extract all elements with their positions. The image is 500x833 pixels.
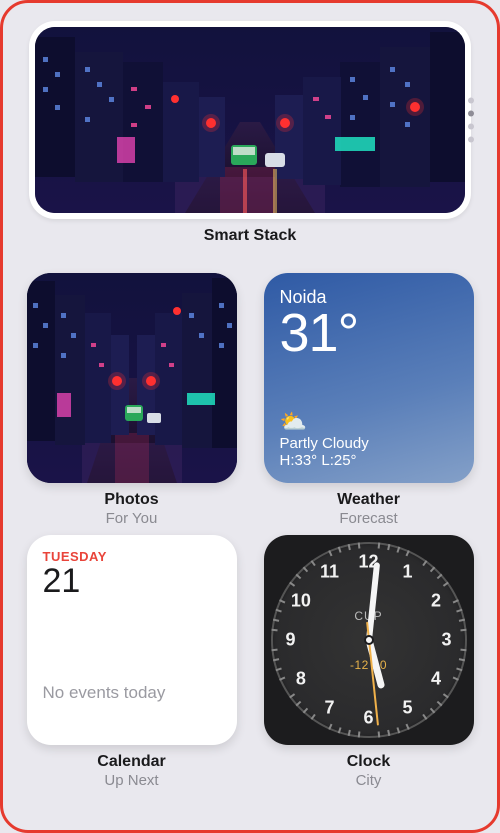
partly-cloudy-icon: ⛅ <box>280 411 458 433</box>
calendar-events: No events today <box>43 683 221 703</box>
clock-number: 7 <box>324 697 334 718</box>
clock-center <box>364 635 374 645</box>
weather-high-low: H:33° L:25° <box>280 452 458 469</box>
clock-subdial: -12 30 <box>350 658 387 672</box>
page-indicator <box>468 98 474 143</box>
calendar-subtitle: Up Next <box>97 772 165 789</box>
clock-number: 4 <box>431 669 441 690</box>
smart-stack-label: Smart Stack <box>21 227 479 245</box>
clock-number: 9 <box>285 630 295 651</box>
city-photo <box>27 273 237 483</box>
calendar-day: 21 <box>43 562 221 601</box>
clock-number: 2 <box>431 591 441 612</box>
clock-subtitle: City <box>347 772 391 789</box>
analog-clock-face: CUP -12 30 123456789101112 <box>271 542 467 738</box>
weather-condition: Partly Cloudy <box>280 435 458 452</box>
clock-number: 8 <box>296 669 306 690</box>
photos-widget[interactable] <box>27 273 237 483</box>
clock-number: 1 <box>402 562 412 583</box>
smart-stack-content <box>35 27 465 213</box>
clock-number: 12 <box>358 552 378 573</box>
city-photo <box>35 27 465 213</box>
smart-stack-widget[interactable] <box>29 21 471 219</box>
clock-number: 5 <box>402 697 412 718</box>
calendar-title: Calendar <box>97 753 165 771</box>
clock-widget[interactable]: CUP -12 30 123456789101112 <box>264 535 474 745</box>
photos-title: Photos <box>104 491 158 509</box>
photos-subtitle: For You <box>104 510 158 527</box>
clock-number: 11 <box>320 562 339 583</box>
calendar-widget[interactable]: TUESDAY 21 No events today <box>27 535 237 745</box>
clock-number: 6 <box>363 708 373 729</box>
weather-title: Weather <box>337 491 400 509</box>
clock-number: 3 <box>441 630 451 651</box>
weather-subtitle: Forecast <box>337 510 400 527</box>
weather-widget[interactable]: Noida 31° ⛅ Partly Cloudy H:33° L:25° <box>264 273 474 483</box>
widget-gallery: Smart Stack <box>0 0 500 833</box>
clock-number: 10 <box>291 591 311 612</box>
weather-temperature: 31° <box>280 306 458 360</box>
clock-title: Clock <box>347 753 391 771</box>
